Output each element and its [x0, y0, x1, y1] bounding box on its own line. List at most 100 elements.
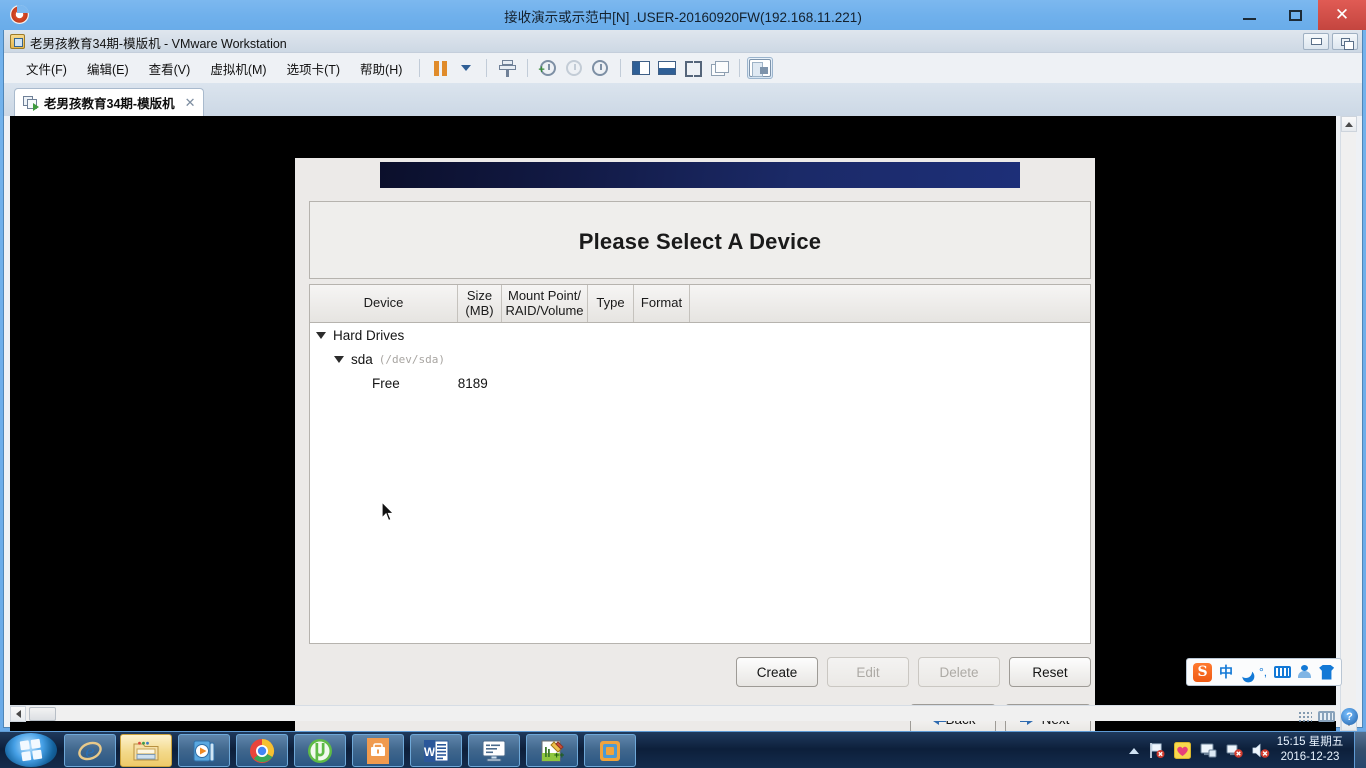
table-row[interactable]: Free 8189 [310, 371, 1090, 395]
anaconda-installer-dialog: Please Select A Device Device Size (MB) [295, 158, 1095, 731]
show-desktop-button[interactable] [1354, 732, 1366, 768]
sogou-ime-bar[interactable]: S 中 °, [1186, 658, 1342, 686]
manage-snapshots-icon[interactable] [587, 57, 613, 79]
menu-file[interactable]: 文件(F) [16, 55, 77, 82]
taskbar-toolbox[interactable] [352, 734, 404, 767]
svg-text:e: e [85, 742, 94, 761]
column-size[interactable]: Size (MB) [458, 285, 502, 322]
multiple-monitors-icon[interactable] [706, 57, 732, 79]
maximize-window-icon[interactable] [1332, 33, 1358, 50]
vmware-menubar: 文件(F) 编辑(E) 查看(V) 虚拟机(M) 选项卡(T) 帮助(H) + [4, 53, 1362, 83]
skin-icon[interactable] [1319, 664, 1335, 680]
revert-snapshot-icon [561, 57, 587, 79]
vm-horizontal-scrollbar[interactable] [10, 705, 1336, 722]
windows-taskbar: e W ++ 15:15 星期五 2016-12-23 [0, 731, 1366, 768]
menu-help[interactable]: 帮助(H) [350, 55, 412, 82]
vm-tab[interactable]: 老男孩教育34期-模版机 ✕ [14, 88, 205, 116]
show-console-icon[interactable] [654, 57, 680, 79]
column-size-line1: Size [466, 287, 493, 303]
create-button[interactable]: Create [736, 657, 818, 687]
column-mount-line2: RAID/Volume [505, 302, 584, 318]
column-type[interactable]: Type [588, 285, 634, 322]
column-device[interactable]: Device [310, 285, 458, 322]
restore-down-icon[interactable] [1303, 33, 1329, 50]
chinese-mode-icon[interactable]: 中 [1219, 662, 1233, 682]
fullscreen-icon[interactable] [680, 57, 706, 79]
menu-edit[interactable]: 编辑(E) [77, 55, 139, 82]
scrollbar-thumb[interactable] [29, 707, 56, 721]
taskbar-chrome[interactable] [236, 734, 288, 767]
start-button[interactable] [5, 733, 57, 767]
taskbar-word[interactable]: W [410, 734, 462, 767]
dialog-heading-box: Please Select A Device [309, 201, 1091, 279]
taskbar-utorrent[interactable] [294, 734, 346, 767]
soft-keyboard-icon[interactable] [1274, 666, 1292, 678]
column-mount-point[interactable]: Mount Point/ RAID/Volume [502, 285, 588, 322]
table-row[interactable]: sda (/dev/sda) [310, 347, 1090, 371]
device-table[interactable]: Device Size (MB) Mount Point/ RAID/Volum… [309, 284, 1091, 644]
help-icon[interactable]: ? [1341, 708, 1358, 725]
device-name: sda [351, 351, 373, 367]
reset-button[interactable]: Reset [1009, 657, 1091, 687]
volume-muted-icon[interactable] [1252, 742, 1270, 759]
taskbar-media-player[interactable] [178, 734, 230, 767]
session-maximize-button[interactable] [1272, 0, 1318, 30]
device-path: (/dev/sda) [378, 352, 446, 366]
show-hidden-icons-arrow[interactable] [1129, 747, 1139, 754]
taskbar-internet-explorer[interactable]: e [64, 734, 116, 767]
system-tray [1129, 732, 1270, 768]
usb-eject-icon[interactable] [1226, 742, 1243, 759]
vmware-window-icon [10, 34, 25, 49]
table-header-row: Device Size (MB) Mount Point/ RAID/Volum… [310, 285, 1090, 323]
column-size-line2: (MB) [465, 302, 494, 318]
chevron-down-icon[interactable] [316, 331, 326, 339]
taskbar-xshell[interactable] [468, 734, 520, 767]
vm-console[interactable]: Please Select A Device Device Size (MB) [10, 116, 1336, 731]
scroll-up-icon[interactable] [1341, 116, 1357, 132]
device-action-buttons: Create Edit Delete Reset [309, 655, 1091, 689]
sogou-logo-icon[interactable]: S [1193, 662, 1212, 682]
take-snapshot-icon[interactable]: + [535, 57, 561, 79]
network-icon[interactable] [1200, 742, 1217, 759]
toolbox-icon [367, 737, 389, 764]
menu-divider [486, 59, 488, 77]
punctuation-icon[interactable]: °, [1259, 665, 1267, 679]
menu-vm[interactable]: 虚拟机(M) [200, 55, 276, 82]
vm-vertical-scrollbar[interactable] [1340, 116, 1357, 731]
vmware-title: 老男孩教育34期-模版机 - VMware Workstation [30, 37, 287, 51]
session-minimize-button[interactable] [1226, 0, 1272, 30]
windows-logo-icon [19, 738, 43, 762]
flag-action-center-icon[interactable] [1148, 742, 1165, 759]
keyboard-icon[interactable] [1318, 711, 1335, 722]
numpad-icon[interactable] [1298, 710, 1312, 723]
vmware-tabstrip: 老男孩教育34期-模版机 ✕ [4, 83, 1362, 116]
taskbar-notepadpp[interactable]: ++ [526, 734, 578, 767]
page-title: Please Select A Device [578, 229, 822, 254]
session-close-button[interactable]: ✕ [1318, 0, 1366, 30]
close-icon[interactable]: ✕ [185, 95, 196, 111]
moon-icon[interactable] [1238, 664, 1254, 680]
taskbar-file-explorer[interactable] [120, 734, 172, 767]
table-row[interactable]: Hard Drives [310, 323, 1090, 347]
menu-view[interactable]: 查看(V) [139, 55, 201, 82]
menu-divider [620, 59, 622, 77]
chrome-icon [250, 738, 275, 763]
snapshot-icon[interactable] [494, 57, 520, 79]
menu-tabs[interactable]: 选项卡(T) [277, 55, 350, 82]
vmware-titlebar: 老男孩教育34期-模版机 - VMware Workstation [4, 30, 1362, 53]
column-mount-line1: Mount Point/ [507, 287, 581, 303]
taskbar-clock[interactable]: 15:15 星期五 2016-12-23 [1274, 735, 1346, 765]
column-format[interactable]: Format [634, 285, 690, 322]
taskbar-vmware[interactable] [584, 734, 636, 767]
internet-explorer-icon: e [78, 741, 102, 761]
pause-icon[interactable] [427, 57, 453, 79]
show-sidebar-icon[interactable] [628, 57, 654, 79]
menu-divider [419, 59, 421, 77]
chevron-down-icon[interactable] [334, 355, 344, 363]
file-explorer-icon [133, 741, 159, 760]
user-icon[interactable] [1298, 665, 1312, 679]
scroll-left-icon[interactable] [10, 706, 26, 722]
heart-icon[interactable] [1174, 742, 1191, 759]
show-panel-icon[interactable] [747, 57, 774, 79]
dropdown-caret-icon[interactable] [453, 57, 479, 79]
